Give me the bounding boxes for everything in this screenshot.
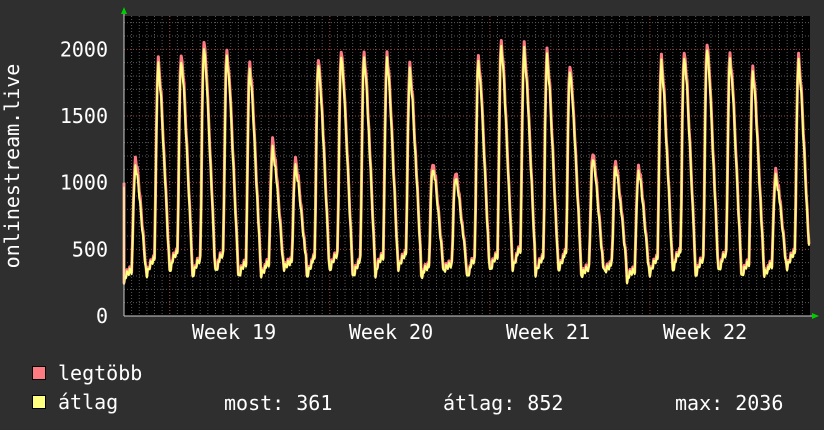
x-tick-label: Week 22 [663,320,747,344]
x-tick-label: Week 20 [349,320,433,344]
legend-swatch-avg [32,395,46,409]
munin-graph: 0 500 1000 1500 2000 Week 19 Week 20 Week 21 Wee… [0,0,824,430]
x-tick-label: Week 19 [192,320,276,344]
legend-label-avg: átlag [58,390,119,414]
stat-current: most: 361 [224,391,333,415]
y-tick-label: 500 [72,237,108,261]
legend-item-avg: átlag [32,390,119,414]
stat-average: átlag: 852 [443,391,564,415]
legend-swatch-max [32,366,46,380]
legend-label-max: legtöbb [58,361,143,385]
y-axis-title: onlinestream.live [0,64,24,269]
x-tick-label: Week 21 [506,320,590,344]
stat-maximum: max: 2036 [675,391,784,415]
y-tick-label: 1000 [60,171,108,195]
y-tick-label: 1500 [60,104,108,128]
y-axis-arrow [121,7,127,14]
y-tick-label: 2000 [60,37,108,61]
y-tick-label: 0 [96,304,108,328]
legend-item-max: legtöbb [32,361,143,385]
x-axis-arrow [812,313,819,319]
